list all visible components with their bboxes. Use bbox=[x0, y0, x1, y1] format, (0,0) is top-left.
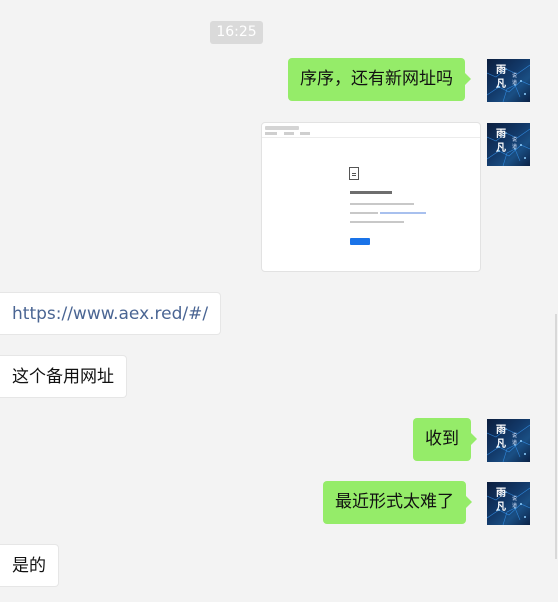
chat-window: 16:25 序序，还有新网址吗 雨凡 说道 雨凡 说道 https://www.… bbox=[0, 0, 558, 602]
avatar-subtitle: 说道 bbox=[511, 496, 517, 509]
avatar-title: 雨凡 bbox=[496, 488, 506, 513]
scrollbar[interactable] bbox=[555, 314, 557, 559]
timestamp: 16:25 bbox=[210, 21, 263, 44]
message-bubble-outgoing[interactable]: 序序，还有新网址吗 bbox=[288, 58, 471, 101]
avatar-subtitle: 说道 bbox=[511, 433, 517, 446]
avatar-title: 雨凡 bbox=[496, 65, 506, 90]
reload-button bbox=[350, 238, 370, 245]
avatar-subtitle: 说道 bbox=[511, 73, 517, 86]
avatar[interactable]: 雨凡 说道 bbox=[487, 419, 530, 462]
avatar[interactable]: 雨凡 说道 bbox=[487, 123, 530, 166]
message-bubble-incoming[interactable]: 是的 bbox=[0, 544, 59, 587]
avatar-title: 雨凡 bbox=[496, 425, 506, 450]
avatar-subtitle: 说道 bbox=[511, 137, 517, 150]
message-bubble-outgoing[interactable]: 最近形式太难了 bbox=[323, 481, 472, 524]
message-bubble-incoming[interactable]: 这个备用网址 bbox=[0, 355, 127, 398]
avatar-title: 雨凡 bbox=[496, 129, 506, 154]
avatar[interactable]: 雨凡 说道 bbox=[487, 482, 530, 525]
message-bubble-outgoing[interactable]: 收到 bbox=[413, 418, 477, 461]
message-link[interactable]: https://www.aex.red/#/ bbox=[12, 304, 208, 324]
avatar[interactable]: 雨凡 说道 bbox=[487, 59, 530, 102]
image-message[interactable] bbox=[261, 122, 481, 272]
broken-page-icon bbox=[349, 167, 359, 180]
message-bubble-incoming[interactable]: https://www.aex.red/#/ bbox=[0, 292, 222, 335]
